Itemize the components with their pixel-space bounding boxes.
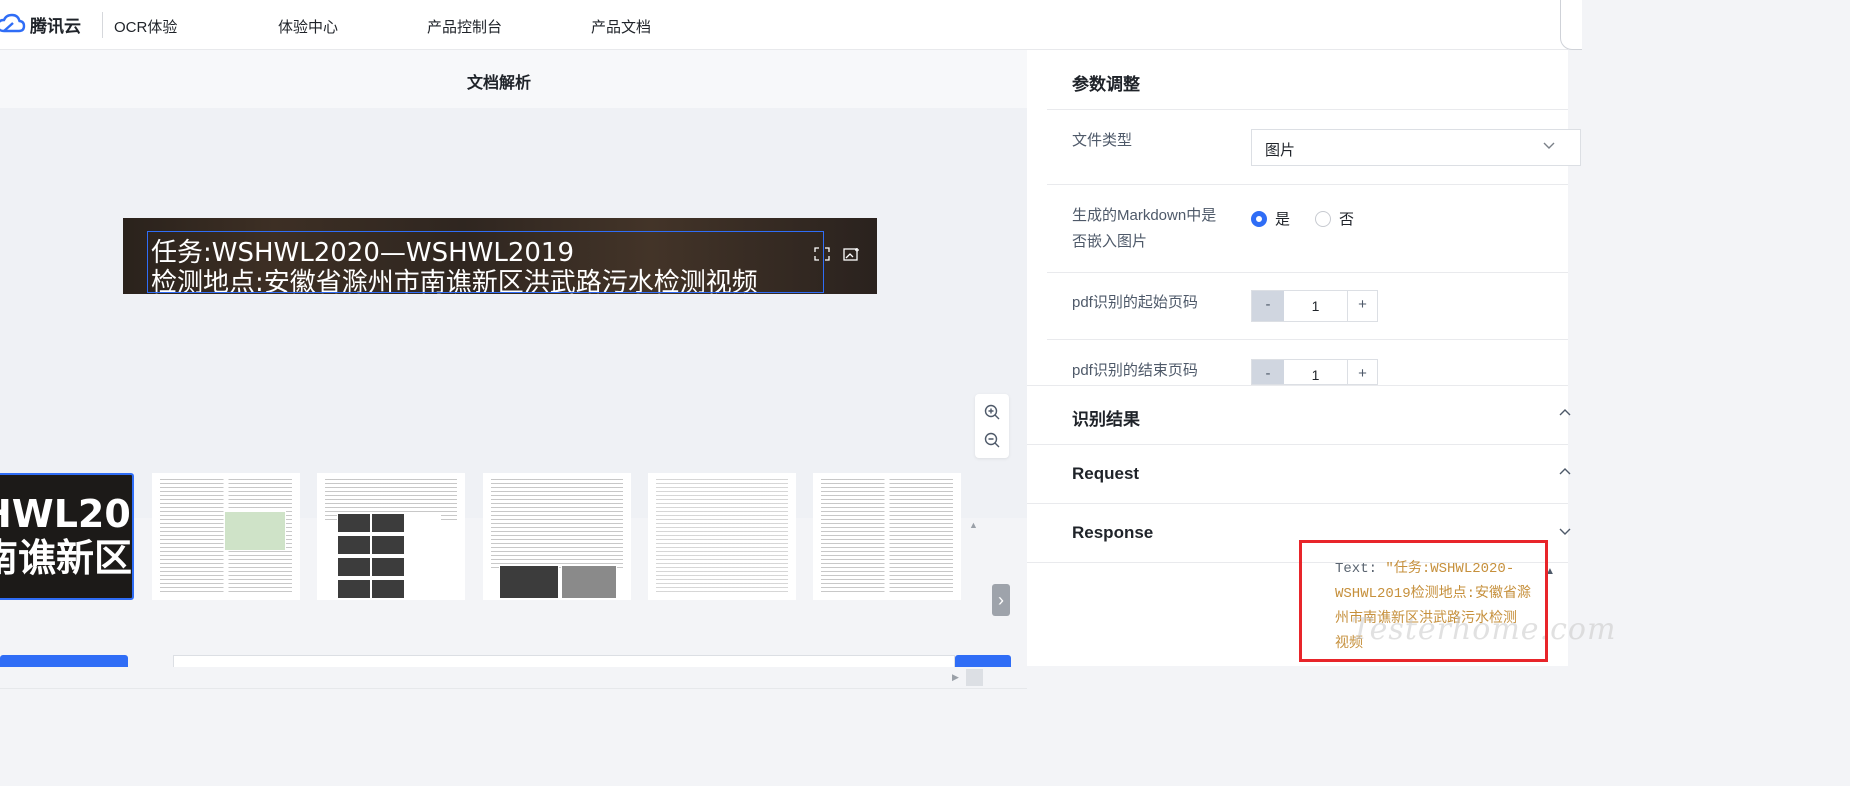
url-input[interactable]	[173, 655, 955, 667]
thumbnail-text-1: HWL201	[0, 492, 132, 536]
pdf-end-value[interactable]: 1	[1284, 360, 1347, 384]
radio-yes-label: 是	[1275, 211, 1291, 228]
fit-screen-icon[interactable]	[812, 245, 832, 263]
chevron-down-icon	[1542, 138, 1556, 155]
logo-text: 腾讯云	[30, 17, 81, 36]
result-title: 识别结果	[1072, 410, 1140, 429]
document-preview-panel: 文档解析 任务:WSHWL2020—WSHWL2019 检测地点:安徽省滁州市南…	[0, 50, 1027, 716]
image-preview-area: 任务:WSHWL2020—WSHWL2019 检测地点:安徽省滁州市南谯新区洪武…	[0, 108, 1027, 518]
cloud-logo-icon	[0, 13, 26, 32]
result-section-header[interactable]: 识别结果	[1027, 385, 1571, 443]
chevron-down-icon	[1558, 524, 1572, 541]
thumbnail-page-5[interactable]	[648, 473, 796, 600]
zoom-out-icon[interactable]	[984, 432, 1000, 448]
embed-images-label-line-1: 生成的Markdown中是	[1072, 207, 1217, 224]
detected-text-bounding-box[interactable]	[147, 231, 824, 293]
top-navigation-bar: 腾讯云 OCR体验 体验中心 产品控制台 产品文档	[0, 0, 1582, 50]
request-title: Request	[1072, 464, 1140, 483]
next-page-button[interactable]: ›	[992, 584, 1010, 616]
nav-ocr-experience[interactable]: OCR体验	[114, 16, 177, 37]
nav-experience-center[interactable]: 体验中心	[278, 16, 338, 37]
zoom-in-icon[interactable]	[984, 404, 1000, 420]
chevron-up-icon	[1558, 465, 1572, 482]
thumbnail-page-4[interactable]	[483, 473, 631, 600]
params-title: 参数调整	[1072, 75, 1140, 94]
nav-divider	[102, 12, 103, 38]
divider	[1047, 109, 1568, 110]
chevron-up-icon	[1558, 406, 1572, 423]
thumbnail-page-6[interactable]	[813, 473, 961, 600]
highlight-annotation-box	[1299, 540, 1548, 662]
divider	[1047, 339, 1568, 340]
zoom-controls	[975, 394, 1009, 458]
divider	[1047, 272, 1568, 273]
image-edit-icon[interactable]	[842, 245, 862, 263]
file-type-value: 图片	[1265, 142, 1296, 159]
thumbnail-text-2: 南谯新区	[0, 536, 133, 580]
divider	[1047, 184, 1568, 185]
request-section-header[interactable]: Request	[1027, 445, 1571, 503]
top-right-corner	[1560, 0, 1582, 50]
pdf-end-decrement-button[interactable]: -	[1252, 360, 1284, 384]
preview-header: 文档解析	[0, 50, 1027, 108]
pdf-start-stepper: - 1 +	[1251, 290, 1378, 322]
page-title: 文档解析	[466, 75, 531, 92]
response-title: Response	[1072, 523, 1154, 542]
nav-product-docs[interactable]: 产品文档	[591, 16, 651, 37]
file-type-select[interactable]: 图片	[1251, 129, 1581, 166]
pdf-end-stepper: - 1 +	[1251, 359, 1378, 385]
thumbnail-page-2[interactable]	[152, 473, 300, 600]
thumbnail-active[interactable]: HWL201 南谯新区	[0, 473, 134, 600]
thumbnail-page-3[interactable]	[317, 473, 465, 600]
scrollbar-corner	[966, 669, 983, 686]
scroll-up-arrow-icon[interactable]: ▲	[969, 520, 978, 530]
pdf-start-value[interactable]: 1	[1284, 291, 1347, 321]
radio-selected-icon	[1251, 210, 1267, 227]
pdf-start-increment-button[interactable]: +	[1347, 291, 1377, 321]
bottom-action-bar	[0, 688, 1027, 716]
pdf-end-label: pdf识别的结束页码	[1072, 362, 1198, 379]
embed-images-label-line-2: 否嵌入图片	[1072, 233, 1148, 250]
radio-unselected-icon	[1315, 210, 1331, 227]
parameters-panel: 参数调整 文件类型 图片 生成的Markdown中是 否嵌入图片 是 否 pdf…	[1027, 50, 1615, 666]
pdf-start-label: pdf识别的起始页码	[1072, 294, 1198, 311]
radio-yes[interactable]: 是	[1251, 208, 1290, 229]
pdf-end-increment-button[interactable]: +	[1347, 360, 1377, 384]
chevron-right-icon: ›	[998, 589, 1004, 610]
upload-button[interactable]	[0, 655, 128, 667]
nav-product-console[interactable]: 产品控制台	[427, 16, 502, 37]
radio-no-label: 否	[1339, 211, 1355, 228]
radio-no[interactable]: 否	[1315, 208, 1354, 229]
file-type-label: 文件类型	[1072, 132, 1133, 149]
pdf-start-decrement-button[interactable]: -	[1252, 291, 1284, 321]
submit-button[interactable]	[955, 655, 1011, 667]
page-thumbnails: HWL201 南谯新区	[0, 468, 1027, 666]
tencent-cloud-logo[interactable]: 腾讯云	[0, 12, 81, 37]
scroll-right-arrow-icon[interactable]: ▶	[952, 672, 959, 683]
